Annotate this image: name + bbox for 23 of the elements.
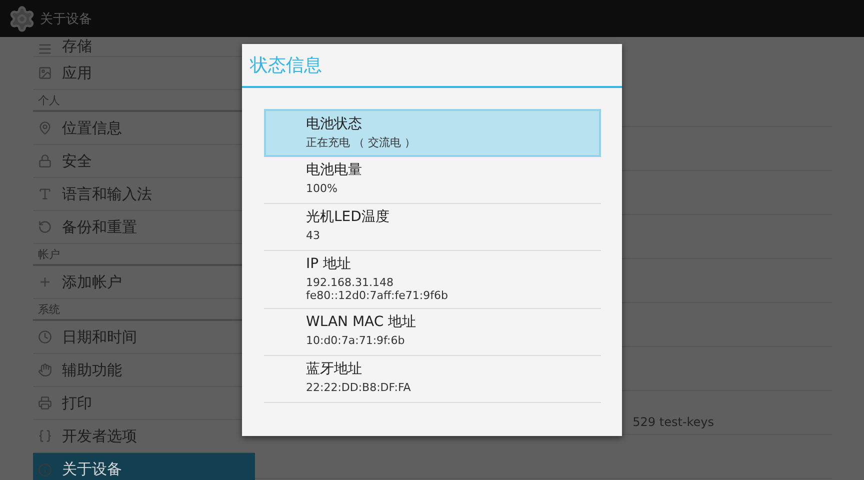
bars-icon (38, 42, 52, 56)
braces-icon (38, 429, 52, 443)
clock-icon (38, 330, 52, 344)
hand-icon (38, 363, 52, 377)
printer-icon (38, 396, 52, 410)
status-row[interactable]: 光机LED温度 43 (264, 204, 601, 251)
letter-icon (38, 187, 52, 201)
settings-item[interactable]: 关于设备 (33, 453, 255, 480)
status-row[interactable]: IP 地址 192.168.31.148 fe80::12d0:7aff:fe71:9f6b (264, 251, 601, 309)
image-icon (38, 66, 52, 80)
status-row[interactable]: 蓝牙地址 22:22:DD:B8:DF:FA (264, 356, 601, 403)
status-row[interactable]: 电池电量 100% (264, 157, 601, 204)
status-row[interactable]: WLAN MAC 地址 10:d0:7a:71:9f:6b (264, 309, 601, 356)
action-bar-title: 关于设备 (40, 10, 92, 28)
status-row[interactable]: 电池状态 正在充电 （ 交流电 ） (264, 109, 601, 157)
info-icon (38, 462, 52, 476)
plus-icon (38, 275, 52, 289)
dialog-title: 状态信息 (242, 44, 622, 88)
settings-icon[interactable] (8, 4, 36, 32)
restore-icon (38, 220, 52, 234)
map-pin-icon (38, 121, 52, 135)
lock-icon (38, 154, 52, 168)
build-text: 529 test-keys (632, 415, 714, 429)
